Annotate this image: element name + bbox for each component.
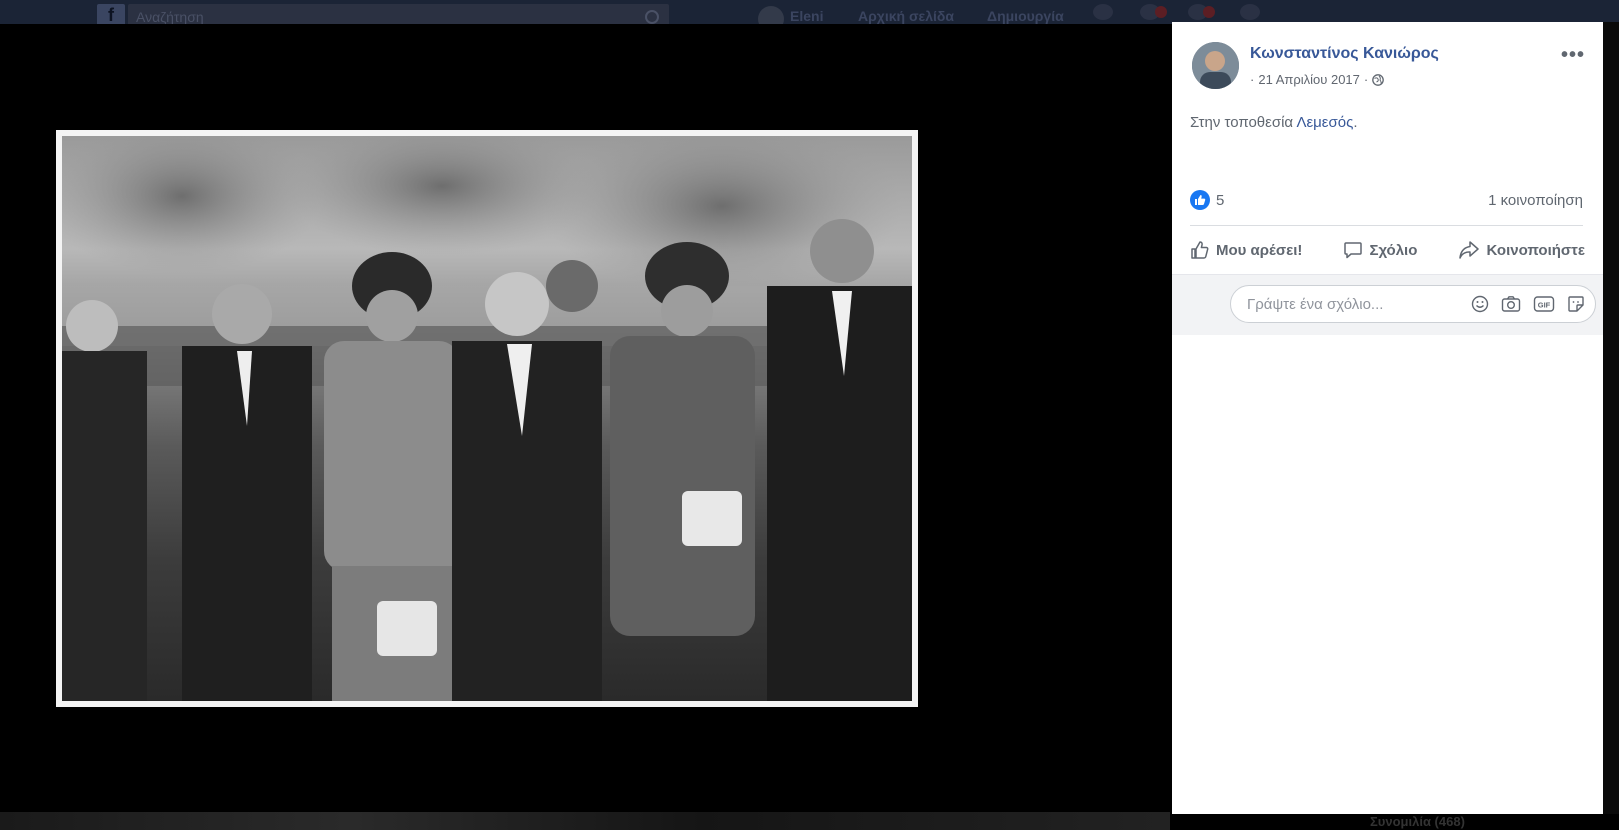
comment-input[interactable]: Γράψτε ένα σχόλιο... GIF	[1230, 285, 1596, 323]
nav-create[interactable]: Δημιουργία	[987, 8, 1064, 24]
comment-label: Σχόλιο	[1369, 241, 1418, 259]
search-input[interactable]: Αναζήτηση	[128, 4, 669, 24]
meta-dot: ·	[1363, 72, 1369, 87]
comment-icon	[1344, 242, 1363, 259]
facebook-top-bar: f Αναζήτηση Eleni Αρχική σελίδα Δημιουργ…	[0, 0, 1619, 24]
post-side-panel: Κωνσταντίνος Κανιώρος · 21 Απριλίου 2017…	[1172, 22, 1603, 814]
meta-dot: ·	[1250, 72, 1255, 87]
globe-icon[interactable]	[1372, 73, 1385, 86]
chat-sidebar-label[interactable]: Συνομιλία (468)	[1370, 814, 1465, 829]
more-options-icon[interactable]: •••	[1561, 44, 1585, 67]
share-button[interactable]: Κοινοποιήστε	[1454, 236, 1589, 264]
share-icon	[1459, 241, 1480, 259]
background-page-strip	[0, 812, 1170, 830]
gif-icon[interactable]: GIF	[1533, 295, 1555, 313]
author-avatar[interactable]	[1192, 42, 1239, 89]
camera-icon[interactable]	[1501, 295, 1521, 313]
comment-button[interactable]: Σχόλιο	[1339, 236, 1421, 264]
comment-tools: GIF	[1471, 295, 1585, 313]
avatar-image	[1192, 42, 1239, 89]
nav-home[interactable]: Αρχική σελίδα	[858, 8, 954, 24]
profile-avatar-mini[interactable]	[758, 6, 784, 24]
friend-requests-icon[interactable]	[1093, 4, 1113, 20]
notifications-badge	[1203, 6, 1215, 18]
location-suffix: .	[1353, 114, 1358, 131]
like-reaction-icon	[1190, 190, 1210, 210]
search-placeholder: Αναζήτηση	[136, 9, 204, 24]
divider	[1190, 225, 1583, 226]
comment-placeholder: Γράψτε ένα σχόλιο...	[1247, 296, 1384, 313]
messenger-badge	[1155, 6, 1167, 18]
author-name-link[interactable]: Κωνσταντίνος Κανιώρος	[1250, 45, 1439, 63]
location-prefix: Στην τοποθεσία	[1190, 114, 1297, 131]
photo-illustration	[62, 136, 912, 701]
likes-count[interactable]: 5	[1216, 192, 1224, 209]
post-actions: Μου αρέσει! Σχόλιο Κοινοποιήστε	[1186, 232, 1589, 268]
help-icon[interactable]	[1240, 4, 1260, 20]
post-photo[interactable]	[56, 130, 918, 707]
location-link[interactable]: Λεμεσός	[1296, 114, 1353, 131]
facebook-logo-icon[interactable]: f	[97, 4, 125, 24]
search-icon[interactable]	[645, 10, 659, 24]
shares-count[interactable]: 1 κοινοποίηση	[1488, 192, 1583, 209]
sticker-icon[interactable]	[1567, 295, 1585, 313]
nav-profile[interactable]: Eleni	[790, 8, 823, 24]
post-meta: · 21 Απριλίου 2017 ·	[1250, 72, 1385, 87]
emoji-icon[interactable]	[1471, 295, 1489, 313]
photo-image	[62, 136, 912, 701]
comment-composer: Γράψτε ένα σχόλιο... GIF	[1172, 274, 1603, 335]
thumbs-up-icon	[1191, 241, 1209, 259]
post-text: Στην τοποθεσία Λεμεσός.	[1190, 114, 1358, 131]
overlay-scrollbar[interactable]	[1603, 22, 1619, 814]
post-date[interactable]: 21 Απριλίου 2017	[1258, 72, 1360, 87]
svg-text:GIF: GIF	[1538, 301, 1551, 310]
like-button[interactable]: Μου αρέσει!	[1186, 236, 1306, 264]
like-label: Μου αρέσει!	[1216, 241, 1303, 259]
share-label: Κοινοποιήστε	[1486, 241, 1585, 259]
reactions-summary[interactable]: 5	[1190, 190, 1224, 210]
